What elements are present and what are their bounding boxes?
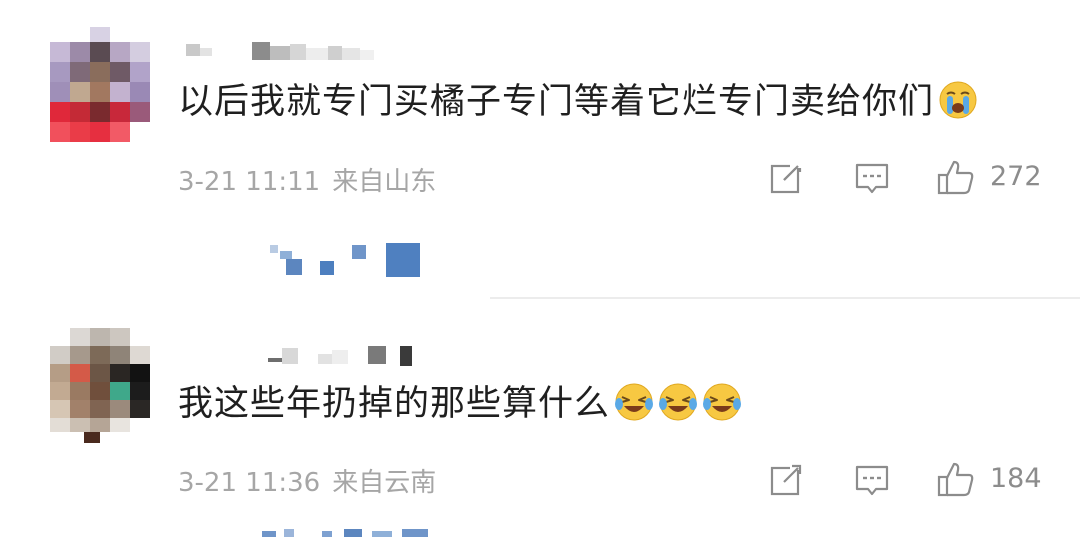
comment-location: 来自云南 (332, 468, 437, 498)
comment-text-content: 我这些年扔掉的那些算什么 (178, 384, 611, 424)
username-redacted[interactable] (182, 38, 422, 64)
comment-item: 以后我就专门买橘子专门等着它烂专门卖给你们 3-21 11:11 来自山东 27… (0, 0, 1080, 300)
comment-text-content: 以后我就专门买橘子专门等着它烂专门卖给你们 (178, 82, 935, 122)
comment-text: 以后我就专门买橘子专门等着它烂专门卖给你们 (178, 80, 978, 124)
like-count: 272 (990, 161, 1042, 192)
divider (490, 297, 1080, 299)
reply-preview-redacted[interactable] (268, 243, 428, 279)
avatar-pixelated[interactable] (50, 27, 150, 142)
comment-meta: 3-21 11:36 来自云南 (178, 462, 448, 499)
avatar-pixelated[interactable] (50, 328, 150, 443)
like-icon[interactable] (936, 158, 976, 198)
comment-location: 来自山东 (332, 167, 437, 197)
comment-actions: 184 (760, 460, 1060, 500)
reply-preview-redacted[interactable] (262, 527, 452, 537)
like-count: 184 (990, 463, 1042, 494)
like-icon[interactable] (936, 460, 976, 500)
reply-icon[interactable] (852, 460, 892, 500)
crying-face-emoji-icon (939, 81, 977, 119)
username-redacted[interactable] (182, 342, 422, 368)
comment-item: 我这些年扔掉的那些算什么 3-21 11:36 来自云南 184 (0, 300, 1080, 537)
comment-date: 3-21 11:36 (178, 468, 321, 498)
laughing-crying-face-emoji-icon (703, 383, 742, 421)
reply-icon[interactable] (852, 158, 892, 198)
laughing-crying-face-emoji-icon (659, 383, 698, 421)
laughing-crying-face-emoji-icon (615, 383, 654, 421)
comment-text: 我这些年扔掉的那些算什么 (178, 382, 742, 426)
comment-date: 3-21 11:11 (178, 167, 321, 197)
share-icon[interactable] (766, 460, 806, 500)
share-icon[interactable] (766, 158, 806, 198)
comment-actions: 272 (760, 158, 1060, 198)
comment-meta: 3-21 11:11 来自山东 (178, 161, 448, 198)
